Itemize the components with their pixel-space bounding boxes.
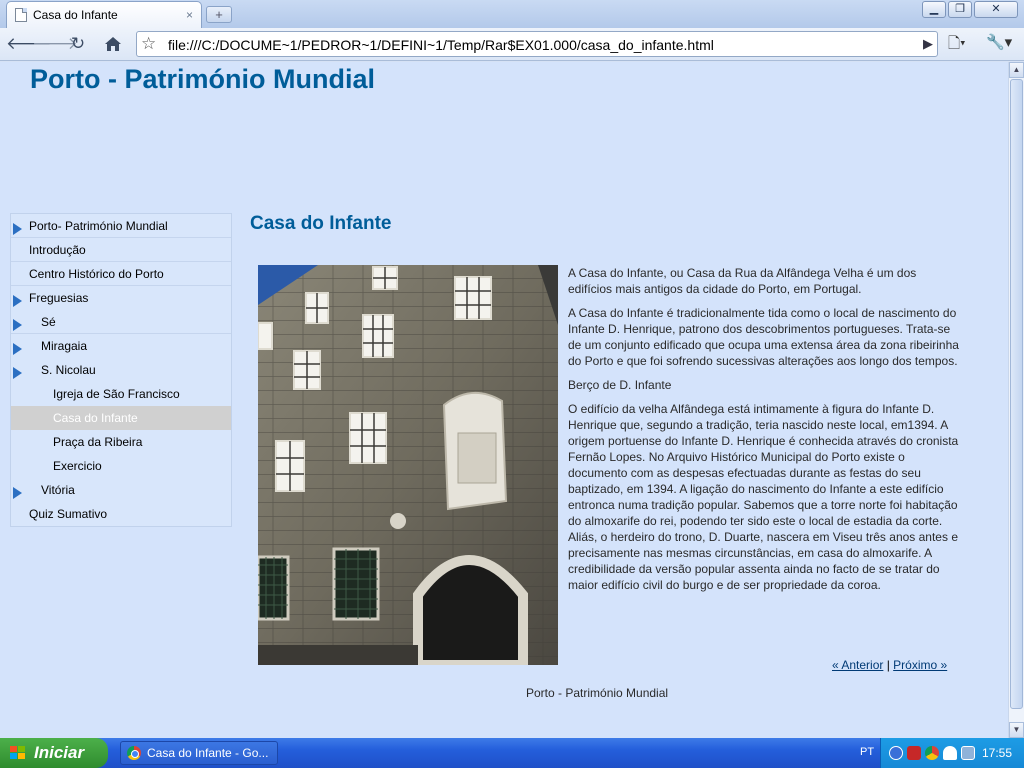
network-icon[interactable] <box>961 746 975 760</box>
windows-logo-icon <box>10 746 25 759</box>
home-icon <box>105 37 121 51</box>
back-arrow-tray-icon[interactable] <box>889 746 903 760</box>
sidebar-item-casa-do-infante[interactable]: Casa do Infante <box>11 406 231 430</box>
sidebar-item-introducao[interactable]: Introdução <box>11 238 231 262</box>
triangle-right-icon <box>13 367 22 379</box>
article-paragraph: A Casa do Infante é tradicionalmente tid… <box>568 306 959 368</box>
sidebar-item-label: Vitória <box>41 483 75 497</box>
page-footer: Porto - Património Mundial <box>526 686 669 700</box>
scroll-thumb[interactable] <box>1010 79 1023 709</box>
sidebar-item-s-nicolau[interactable]: S. Nicolau <box>11 358 231 382</box>
sidebar-item-miragaia[interactable]: Miragaia <box>11 334 231 358</box>
new-tab-button[interactable]: + <box>206 6 232 23</box>
scroll-down-button[interactable]: ▼ <box>1009 722 1024 738</box>
building-photo <box>258 265 558 665</box>
sidebar-item-se[interactable]: Sé <box>11 310 231 334</box>
sidebar-item-label: Praça da Ribeira <box>53 435 143 449</box>
restore-button[interactable]: ❐ <box>948 1 972 18</box>
scroll-up-button[interactable]: ▲ <box>1009 62 1024 78</box>
vertical-scrollbar[interactable]: ▲ ▼ <box>1008 62 1024 738</box>
reload-button[interactable]: ↻ <box>66 33 90 55</box>
wrench-menu-button[interactable]: 🔧▾ <box>986 33 1012 51</box>
article-body: A Casa do Infante, ou Casa da Rua da Alf… <box>568 265 960 601</box>
browser-titlebar: Casa do Infante × + ▁ ❐ ✕ <box>0 0 1024 28</box>
triangle-right-icon <box>13 487 22 499</box>
windows-taskbar: Iniciar Casa do Infante - Go... PT 17:55 <box>0 738 1024 768</box>
browser-toolbar: 🡐 🡒 ↻ ☆ file:///C:/DOCUME~1/PEDROR~1/DEF… <box>0 28 1024 61</box>
star-icon[interactable]: ☆ <box>141 34 156 54</box>
start-button[interactable]: Iniciar <box>0 738 108 768</box>
triangle-right-icon <box>13 319 22 331</box>
tab-title: Casa do Infante <box>33 8 118 22</box>
forward-button[interactable]: 🡒 <box>32 33 78 55</box>
side-navigation: Porto- Património Mundial Introdução Centr… <box>10 213 232 527</box>
sidebar-item-label: Casa do Infante <box>53 411 138 425</box>
site-title: Porto - Património Mundial <box>30 64 375 94</box>
sidebar-item-label: S. Nicolau <box>41 363 96 377</box>
sidebar-item-freguesias[interactable]: Freguesias <box>11 286 231 310</box>
address-bar[interactable]: ☆ file:///C:/DOCUME~1/PEDROR~1/DEFINI~1/… <box>136 31 938 57</box>
sidebar-item-label: Miragaia <box>41 339 88 353</box>
taskbar-window-item[interactable]: Casa do Infante - Go... <box>120 741 278 765</box>
sidebar-item-label: Freguesias <box>29 291 89 305</box>
pager-separator: | <box>883 658 894 672</box>
sidebar-item-label: Introdução <box>29 243 86 257</box>
start-label: Iniciar <box>34 743 85 762</box>
close-tab-icon[interactable]: × <box>186 8 193 22</box>
sidebar-item-quiz-sumativo[interactable]: Quiz Sumativo <box>11 502 231 526</box>
play-icon[interactable]: ▶ <box>923 36 933 52</box>
window-controls: ▁ ❐ ✕ <box>922 1 1018 18</box>
sidebar-item-exercicio[interactable]: Exercicio <box>11 454 231 478</box>
taskbar-window-label: Casa do Infante - Go... <box>147 746 269 760</box>
system-tray: 17:55 <box>880 738 1024 768</box>
page-menu-button[interactable]: 🗋▾ <box>948 33 966 58</box>
url-text: file:///C:/DOCUME~1/PEDROR~1/DEFINI~1/Te… <box>168 37 714 53</box>
page-viewport: Porto - Património Mundial Porto- Patrim… <box>0 62 1008 738</box>
article-paragraph: A Casa do Infante, ou Casa da Rua da Alf… <box>568 266 917 296</box>
page-icon <box>15 8 27 22</box>
sidebar-item-label: Porto- Património Mundial <box>29 219 168 233</box>
close-window-button[interactable]: ✕ <box>974 1 1018 18</box>
building-illustration <box>258 265 558 665</box>
sidebar-item-vitoria[interactable]: Vitória <box>11 478 231 502</box>
back-button[interactable]: 🡐 <box>6 33 52 55</box>
chrome-tray-icon[interactable] <box>925 746 939 760</box>
triangle-right-icon <box>13 223 22 235</box>
triangle-right-icon <box>13 343 22 355</box>
sidebar-item-label: Sé <box>41 315 56 329</box>
article-paragraph: O edifício da velha Alfândega está intim… <box>568 402 959 592</box>
sidebar-item-praca-da-ribeira[interactable]: Praça da Ribeira <box>11 430 231 454</box>
language-indicator[interactable]: PT <box>860 746 874 758</box>
previous-link[interactable]: « Anterior <box>832 658 883 672</box>
sidebar-item-centro-historico-do-porto[interactable]: Centro Histórico do Porto <box>11 262 231 286</box>
wrench-icon: 🔧▾ <box>986 34 1013 51</box>
sidebar-item-igreja-de-sao-francisco[interactable]: Igreja de São Francisco <box>11 382 231 406</box>
sidebar-item-label: Centro Histórico do Porto <box>29 267 164 281</box>
browser-tab[interactable]: Casa do Infante × <box>6 1 202 28</box>
triangle-right-icon <box>13 295 22 307</box>
sidebar-item-label: Quiz Sumativo <box>29 507 108 521</box>
home-button[interactable] <box>101 33 125 55</box>
next-link[interactable]: Próximo » <box>893 658 947 672</box>
sidebar-item-porto-patrimonio-mundial[interactable]: Porto- Património Mundial <box>11 214 231 238</box>
shield-icon[interactable] <box>907 746 921 760</box>
minimize-button[interactable]: ▁ <box>922 1 946 18</box>
sidebar-item-label: Exercicio <box>53 459 102 473</box>
wifi-icon[interactable] <box>943 746 957 760</box>
page-icon: 🗋▾ <box>948 35 966 52</box>
page-title: Casa do Infante <box>250 213 392 234</box>
chrome-icon <box>127 746 141 760</box>
reload-icon: ↻ <box>70 34 86 53</box>
article-subheading: Berço de D. Infante <box>568 378 672 392</box>
pagination: « Anterior | Próximo » <box>832 658 947 672</box>
clock: 17:55 <box>981 746 1012 760</box>
sidebar-item-label: Igreja de São Francisco <box>53 387 180 401</box>
